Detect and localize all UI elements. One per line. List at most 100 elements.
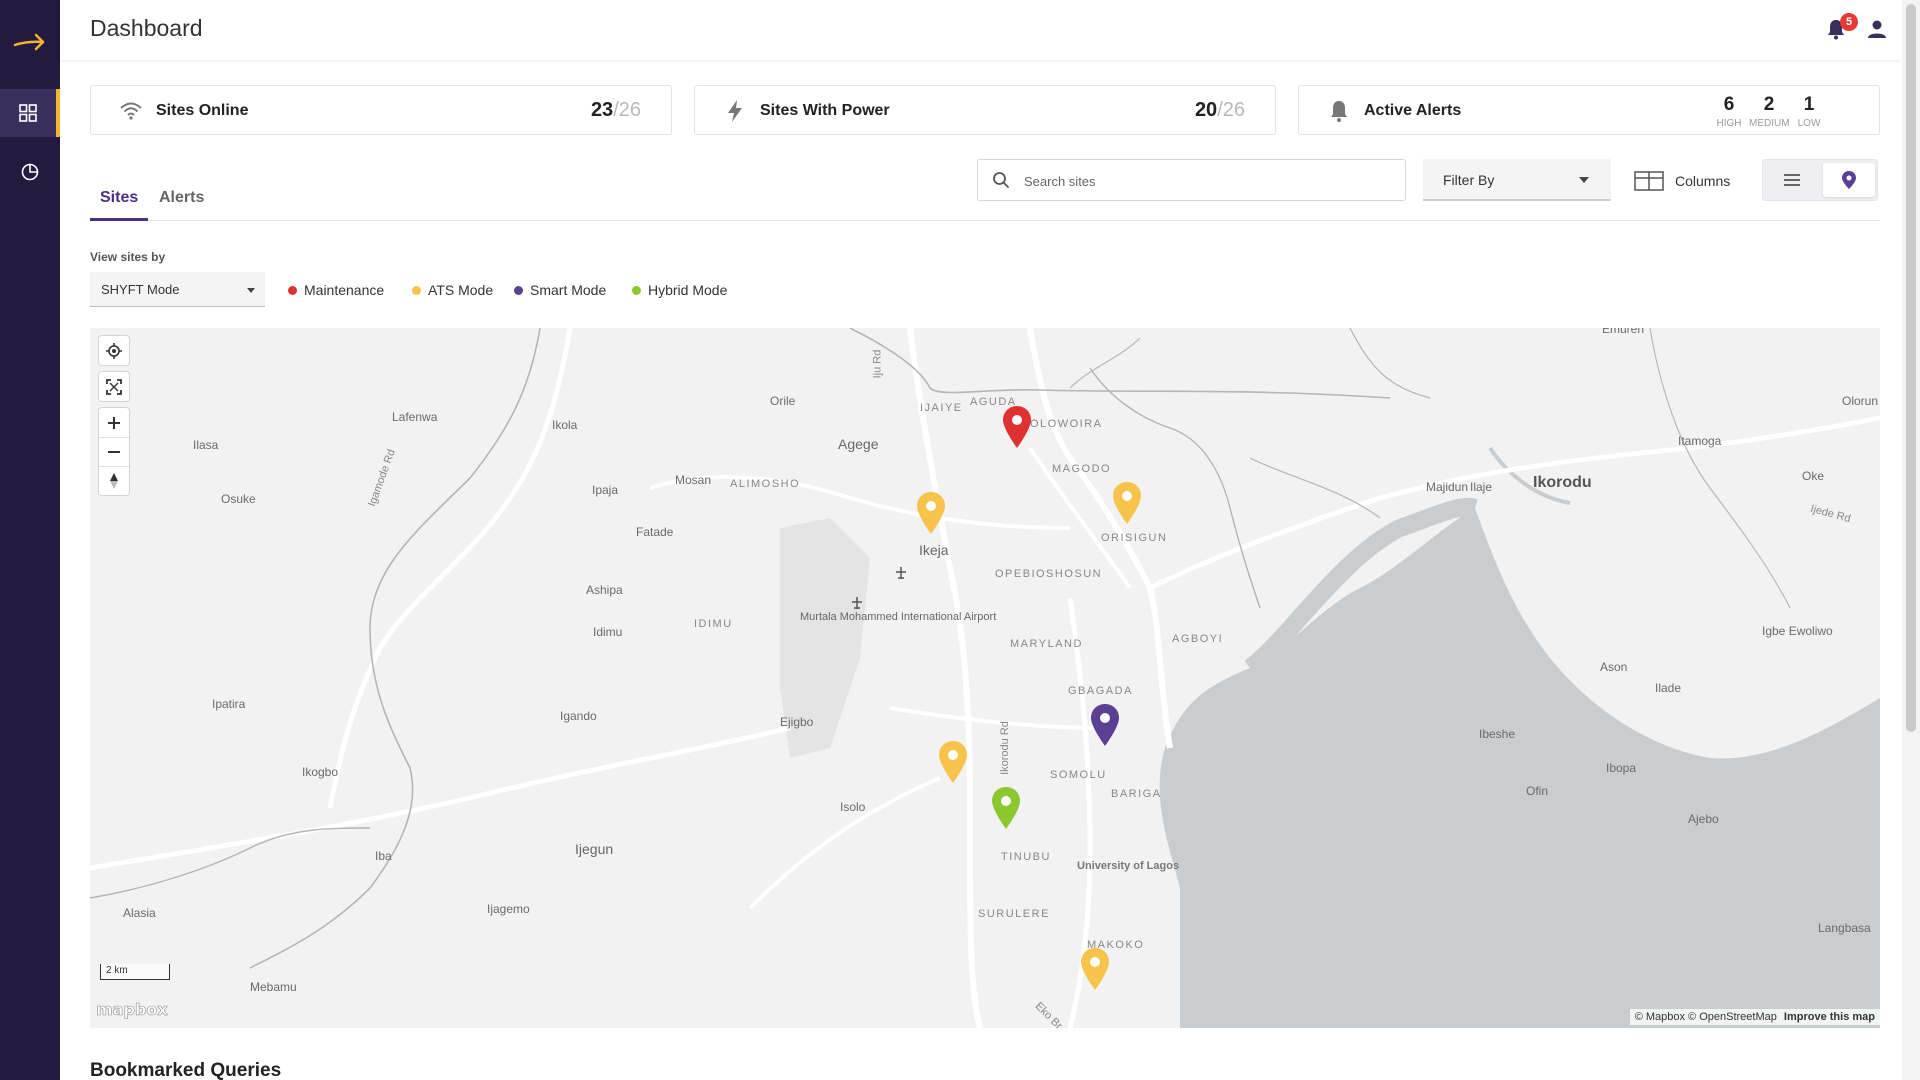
wifi-icon	[120, 102, 142, 120]
map-label: Ikola	[552, 418, 578, 432]
columns-label: Columns	[1675, 173, 1731, 189]
geolocate-control	[99, 336, 129, 365]
map-label: Ijagemo	[487, 902, 530, 916]
fullscreen-icon	[106, 378, 122, 395]
compass-button[interactable]	[99, 466, 129, 495]
mapbox-logo[interactable]: mapbox	[96, 1000, 168, 1020]
map-label: Ibeshe	[1479, 727, 1516, 741]
map-label: BARIGA	[1111, 788, 1162, 800]
map-label: MARYLAND	[1010, 638, 1083, 650]
legend-dot-icon	[514, 285, 523, 295]
map-label: Isolo	[840, 800, 866, 814]
map-label: Idimu	[593, 625, 623, 639]
search-icon	[993, 172, 1009, 188]
site-pin-ats[interactable]	[938, 740, 968, 784]
legend-label: Hybrid Mode	[648, 282, 728, 298]
attribution-text[interactable]: © Mapbox © OpenStreetMap	[1635, 1011, 1777, 1023]
logo[interactable]	[0, 18, 60, 66]
bell-icon	[1331, 101, 1347, 122]
map-label: Ilasa	[193, 438, 219, 452]
map-attribution: © Mapbox © OpenStreetMap Improve this ma…	[1629, 1009, 1880, 1025]
legend-item-hybrid: Hybrid Mode	[632, 282, 727, 298]
site-pin-ats[interactable]	[916, 491, 946, 535]
map-label: Alasia	[123, 906, 156, 920]
map-label: Mosan	[675, 473, 712, 487]
pie-chart-icon	[21, 163, 39, 181]
map-pin-icon	[1842, 171, 1856, 189]
legend-label: Smart Mode	[530, 282, 607, 298]
map-label: IJAIYE	[920, 402, 963, 414]
sites-online-value: 23/26	[590, 99, 641, 121]
map-label: Osuke	[221, 492, 256, 506]
tab-alerts[interactable]: Alerts	[149, 188, 214, 221]
map-label: Agege	[838, 436, 879, 452]
map-label: Langbasa	[1818, 921, 1871, 935]
map-pin-icon	[917, 492, 945, 534]
map-label: Ipaja	[592, 483, 619, 497]
map-label: Ipatira	[212, 697, 246, 711]
lightning-icon	[728, 100, 742, 122]
scrollbar-thumb[interactable]	[1906, 4, 1916, 732]
columns-button[interactable]: Columns	[1634, 163, 1744, 199]
map-label: Ikeja	[919, 542, 949, 558]
filter-label: Filter By	[1443, 172, 1495, 188]
alerts-high-count: 6	[1723, 94, 1735, 115]
sites-power-card: Sites With Power 20/26	[694, 85, 1276, 135]
zoom-in-button[interactable]	[99, 408, 129, 437]
sidebar-item-dashboard[interactable]	[0, 89, 60, 137]
alerts-medium: 2 MEDIUM	[1749, 94, 1790, 129]
alerts-medium-label: MEDIUM	[1749, 118, 1790, 129]
notifications-button[interactable]: 5	[1826, 13, 1858, 42]
mode-select[interactable]: SHYFT Mode	[90, 272, 265, 307]
map-label: SURULERE	[978, 908, 1050, 920]
tab-sites[interactable]: Sites	[90, 188, 149, 221]
improve-map-link[interactable]: Improve this map	[1784, 1011, 1875, 1023]
user-menu-button[interactable]	[1866, 18, 1890, 42]
page-scrollbar[interactable]	[1902, 0, 1920, 1080]
zoom-out-button[interactable]	[99, 437, 129, 466]
chevron-down-icon	[247, 288, 255, 293]
map-label: Olorun	[1842, 394, 1879, 408]
compass-icon	[110, 473, 118, 489]
map-view-button[interactable]	[1823, 163, 1875, 197]
map-label: Ilade	[1655, 681, 1682, 695]
bookmarked-queries-title: Bookmarked Queries	[90, 1060, 282, 1080]
alerts-low-count: 1	[1803, 94, 1815, 115]
map-label: OPEBI	[995, 568, 1037, 580]
view-by-label: View sites by	[90, 250, 166, 264]
sidebar-item-analytics[interactable]	[0, 148, 60, 196]
legend-item-smart: Smart Mode	[514, 282, 606, 298]
list-view-button[interactable]	[1766, 163, 1818, 197]
map-label: Igando	[560, 709, 597, 723]
top-bar: Dashboard 5	[60, 0, 1902, 60]
map-label: Ibopa	[1606, 761, 1637, 775]
road-label: Ikorodu Rd	[998, 721, 1011, 775]
legend-dot-icon	[632, 285, 641, 295]
site-pin-smart[interactable]	[1090, 703, 1120, 747]
geolocate-button[interactable]	[99, 336, 129, 365]
legend-dot-icon	[288, 285, 297, 295]
site-pin-ats[interactable]	[1080, 947, 1110, 991]
search-input[interactable]	[1024, 171, 1384, 191]
arrow-logo-icon	[13, 33, 45, 51]
grid-icon	[19, 104, 37, 122]
map-label: Emuren	[1602, 328, 1645, 336]
site-pin-maintenance[interactable]	[1002, 405, 1032, 449]
map-label: ORISIGUN	[1101, 532, 1168, 544]
map-label: ALIMOSHO	[730, 478, 801, 490]
zoom-control	[99, 408, 129, 495]
alerts-low-label: LOW	[1797, 118, 1821, 129]
user-icon	[1868, 20, 1886, 38]
map-label: Ofin	[1526, 784, 1549, 798]
site-pin-hybrid[interactable]	[991, 786, 1021, 830]
map-label: Fatade	[636, 525, 674, 539]
search-box	[977, 159, 1406, 201]
site-pin-ats[interactable]	[1112, 481, 1142, 525]
map-pin-icon	[1003, 406, 1031, 448]
sidebar	[0, 0, 60, 1080]
sites-map[interactable]: Emuren Orile IJAIYE AGUDA OLOWOIRA Oloru…	[90, 328, 1880, 1028]
filter-dropdown[interactable]: Filter By	[1423, 159, 1611, 201]
map-label: Iba	[375, 849, 392, 863]
legend-label: ATS Mode	[428, 282, 494, 298]
fullscreen-button[interactable]	[99, 372, 129, 401]
